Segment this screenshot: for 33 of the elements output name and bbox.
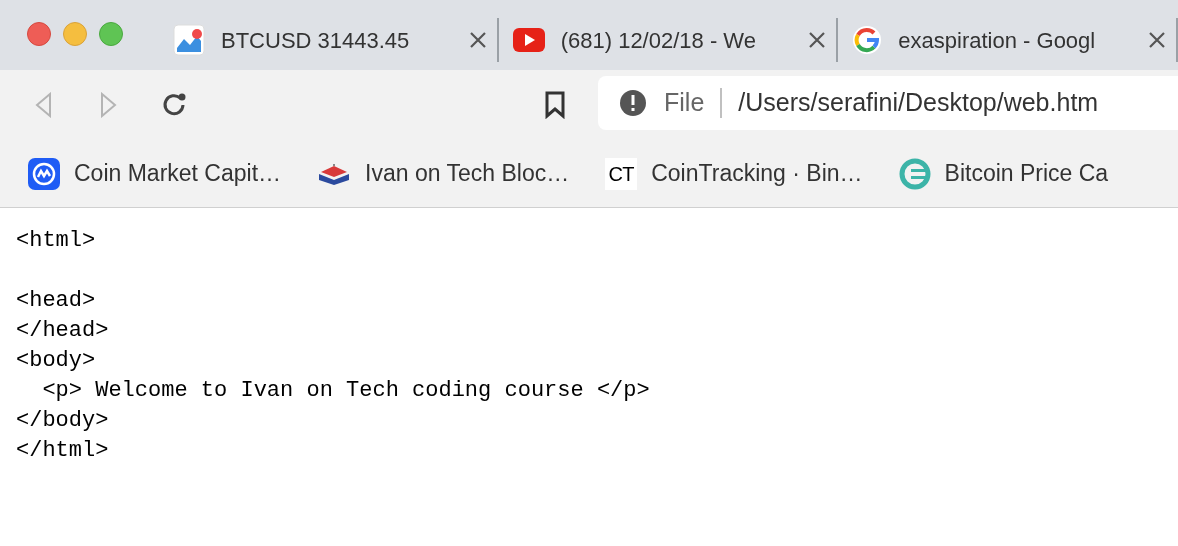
source-line: </head> — [16, 317, 110, 345]
bookmark-item[interactable]: Bitcoin Price Ca — [898, 156, 1109, 191]
address-bar[interactable]: File /Users/serafini/Desktop/web.htm — [598, 75, 1178, 130]
close-icon[interactable] — [468, 31, 487, 49]
play-icon — [512, 28, 545, 52]
close-icon[interactable] — [1148, 31, 1166, 49]
browser-tab[interactable]: exaspiration - Googl — [838, 18, 1178, 62]
close-window-button[interactable] — [27, 22, 51, 46]
chart-icon — [173, 24, 205, 56]
source-line: <body> — [16, 347, 97, 375]
bookmark-item[interactable]: CT CoinTracking · Bin… — [605, 156, 863, 191]
logo-icon: CT — [605, 157, 638, 190]
tab-title: BTCUSD 31443.45 — [221, 26, 411, 55]
bookmark-item[interactable]: Coin Market Capit… — [28, 156, 282, 191]
browser-tab[interactable]: BTCUSD 31443.45 — [159, 18, 499, 62]
bookmark-item[interactable]: Ivan on Tech Bloc… — [317, 156, 570, 191]
url-text: /Users/serafini/Desktop/web.htm — [738, 86, 1099, 118]
bookmark-icon[interactable] — [544, 91, 566, 119]
tab-title: exaspiration - Googl — [898, 26, 1097, 55]
warning-icon — [620, 89, 646, 116]
google-icon — [852, 25, 883, 55]
ring-logo-icon — [898, 157, 931, 190]
coin-logo-icon — [28, 157, 60, 190]
scheme-label: File — [664, 86, 705, 118]
source-line: <p> Welcome to Ivan on Tech coding course </p> — [41, 377, 651, 405]
source-line: </body> — [16, 407, 110, 435]
tab-title: (681) 12/02/18 - We — [560, 26, 757, 55]
close-icon[interactable] — [808, 31, 827, 49]
source-line: <head> — [16, 287, 97, 315]
book-icon — [317, 161, 352, 186]
browser-tab[interactable]: (681) 12/02/18 - We — [498, 18, 839, 62]
source-line: <html> — [16, 227, 97, 255]
source-line: </html> — [16, 437, 110, 465]
